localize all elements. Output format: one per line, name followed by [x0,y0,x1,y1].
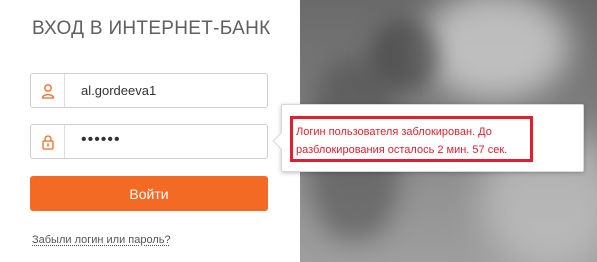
password-value: •••••• [81,131,121,148]
forgot-credentials-link[interactable]: Забыли логин или пароль? [32,234,171,246]
login-value: al.gordeeva1 [81,83,157,98]
password-field[interactable]: •••••• [30,124,268,159]
error-tooltip: Логин пользователя заблокирован. До разб… [272,104,584,172]
user-icon [31,74,65,107]
login-panel: ВХОД В ИНТЕРНЕТ-БАНК al.gordeeva1 ••••••… [0,0,300,262]
login-field[interactable]: al.gordeeva1 [30,73,268,108]
login-button[interactable]: Войти [30,176,268,211]
page-title: ВХОД В ИНТЕРНЕТ-БАНК [32,18,271,39]
error-message: Логин пользователя заблокирован. До разб… [290,116,533,162]
login-page: ВХОД В ИНТЕРНЕТ-БАНК al.gordeeva1 ••••••… [0,0,597,262]
lock-icon [31,125,65,158]
